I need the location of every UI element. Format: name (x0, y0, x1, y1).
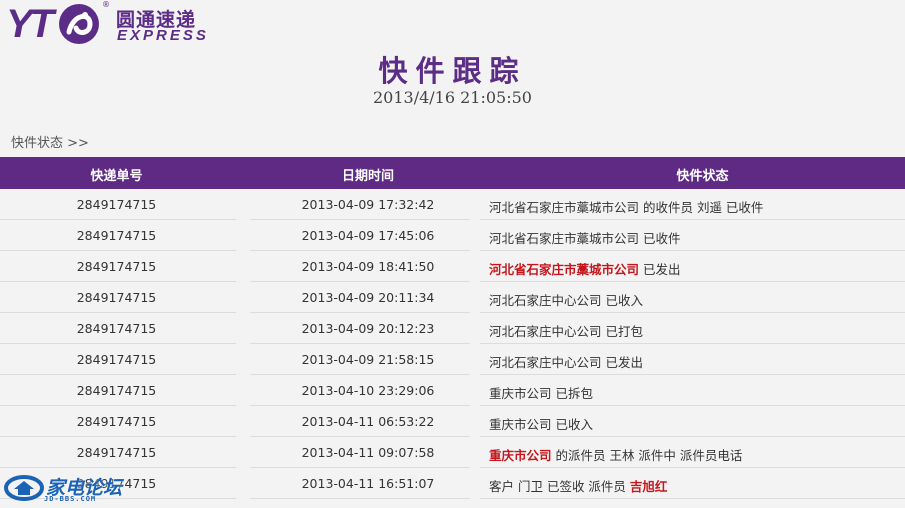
event-status: 河北石家庄中心公司 已发出 (489, 352, 643, 371)
event-datetime: 2013-04-09 17:32:42 (301, 197, 435, 212)
event-datetime: 2013-04-11 06:53:22 (301, 414, 435, 429)
event-datetime: 2013-04-11 16:51:07 (301, 476, 435, 491)
header-number: 快递单号 (90, 169, 143, 184)
event-status: 重庆市公司 的派件员 王林 派件中 派件员电话 (489, 445, 742, 464)
logo-letters: YT (6, 2, 54, 46)
row-divider (250, 498, 470, 499)
event-status: 河北石家庄中心公司 已收入 (489, 290, 643, 309)
table-row: 2849174715 2013-04-09 21:58:15 河北石家庄中心公司 已… (0, 344, 905, 375)
status-text: 重庆市公司 已拆包 (489, 386, 593, 401)
event-status: 重庆市公司 已收入 (489, 414, 593, 433)
tracking-number: 2849174715 (76, 321, 157, 336)
table-header: 快递单号 日期时间 快件状态 (0, 157, 905, 189)
status-text: 河北石家庄中心公司 已发出 (489, 355, 643, 370)
status-text: 河北省石家庄市藁城市公司 已收件 (489, 231, 681, 246)
query-datetime: 2013/4/16 21:05:50 (373, 88, 532, 107)
logo-emblem-icon (59, 4, 99, 44)
event-status: 客户 门卫 已签收 派件员 吉旭红 (489, 476, 667, 495)
status-text: 已发出 (639, 262, 681, 277)
tracking-number: 2849174715 (76, 197, 157, 212)
table-body: 2849174715 2013-04-09 17:32:42 河北省石家庄市藁城市公… (0, 189, 905, 499)
event-datetime: 2013-04-09 21:58:15 (301, 352, 435, 367)
tracking-number: 2849174715 (76, 383, 157, 398)
section-label: 快件状态 >> (11, 136, 89, 151)
status-text: 河北省石家庄市藁城市公司 的收件员 刘遥 已收件 (489, 200, 764, 215)
table-row: 2849174715 2013-04-11 16:51:07 客户 门卫 已签收 派… (0, 468, 905, 499)
tracking-number: 2849174715 (76, 352, 157, 367)
yto-logo: YT ® 圆通速递 EXPRESS (6, 0, 216, 50)
logo-name-en: EXPRESS (117, 27, 209, 44)
event-datetime: 2013-04-10 23:29:06 (301, 383, 435, 398)
table-row: 2849174715 2013-04-09 17:32:42 河北省石家庄市藁城市公… (0, 189, 905, 220)
status-text: 重庆市公司 已收入 (489, 417, 593, 432)
event-datetime: 2013-04-11 09:07:58 (301, 445, 435, 460)
watermark-logo-icon (4, 475, 44, 501)
status-text: 客户 门卫 已签收 派件员 (489, 479, 630, 494)
tracking-number: 2849174715 (76, 290, 157, 305)
watermark-sub: JD-BBS.COM (44, 495, 97, 503)
table-row: 2849174715 2013-04-11 06:53:22 重庆市公司 已收入 (0, 406, 905, 437)
tracking-number: 2849174715 (76, 414, 157, 429)
status-highlight: 吉旭红 (629, 479, 668, 494)
status-highlight: 河北省石家庄市藁城市公司 (489, 262, 640, 277)
status-highlight: 重庆市公司 (489, 448, 552, 463)
watermark: 家电论坛 JD-BBS.COM (4, 471, 134, 507)
row-divider (480, 498, 905, 499)
table-row: 2849174715 2013-04-09 20:12:23 河北石家庄中心公司 已… (0, 313, 905, 344)
tracking-table: 快递单号 日期时间 快件状态 2849174715 2013-04-09 17:3… (0, 157, 905, 499)
header-status: 快件状态 (676, 169, 729, 184)
event-status: 河北石家庄中心公司 已打包 (489, 321, 643, 340)
table-row: 2849174715 2013-04-10 23:29:06 重庆市公司 已拆包 (0, 375, 905, 406)
table-row: 2849174715 2013-04-09 18:41:50 河北省石家庄市藁城市公… (0, 251, 905, 282)
event-status: 河北省石家庄市藁城市公司 已发出 (489, 259, 681, 278)
registered-mark: ® (102, 0, 110, 9)
table-row: 2849174715 2013-04-11 09:07:58 重庆市公司 的派件员 … (0, 437, 905, 468)
event-status: 河北省石家庄市藁城市公司 已收件 (489, 228, 680, 247)
tracking-number: 2849174715 (76, 259, 157, 274)
event-status: 河北省石家庄市藁城市公司 的收件员 刘遥 已收件 (489, 197, 763, 216)
event-datetime: 2013-04-09 18:41:50 (301, 259, 435, 274)
page-title: 快件跟踪 (378, 54, 527, 88)
header-datetime: 日期时间 (341, 169, 394, 184)
table-row: 2849174715 2013-04-09 17:45:06 河北省石家庄市藁城市公… (0, 220, 905, 251)
status-text: 的派件员 王林 派件中 派件员电话 (551, 448, 743, 463)
tracking-number: 2849174715 (76, 228, 157, 243)
status-text: 河北石家庄中心公司 已收入 (489, 293, 643, 308)
event-datetime: 2013-04-09 17:45:06 (301, 228, 435, 243)
event-status: 重庆市公司 已拆包 (489, 383, 593, 402)
status-text: 河北石家庄中心公司 已打包 (489, 324, 643, 339)
table-row: 2849174715 2013-04-09 20:11:34 河北石家庄中心公司 已… (0, 282, 905, 313)
tracking-number: 2849174715 (76, 445, 157, 460)
event-datetime: 2013-04-09 20:11:34 (301, 290, 435, 305)
event-datetime: 2013-04-09 20:12:23 (301, 321, 435, 336)
